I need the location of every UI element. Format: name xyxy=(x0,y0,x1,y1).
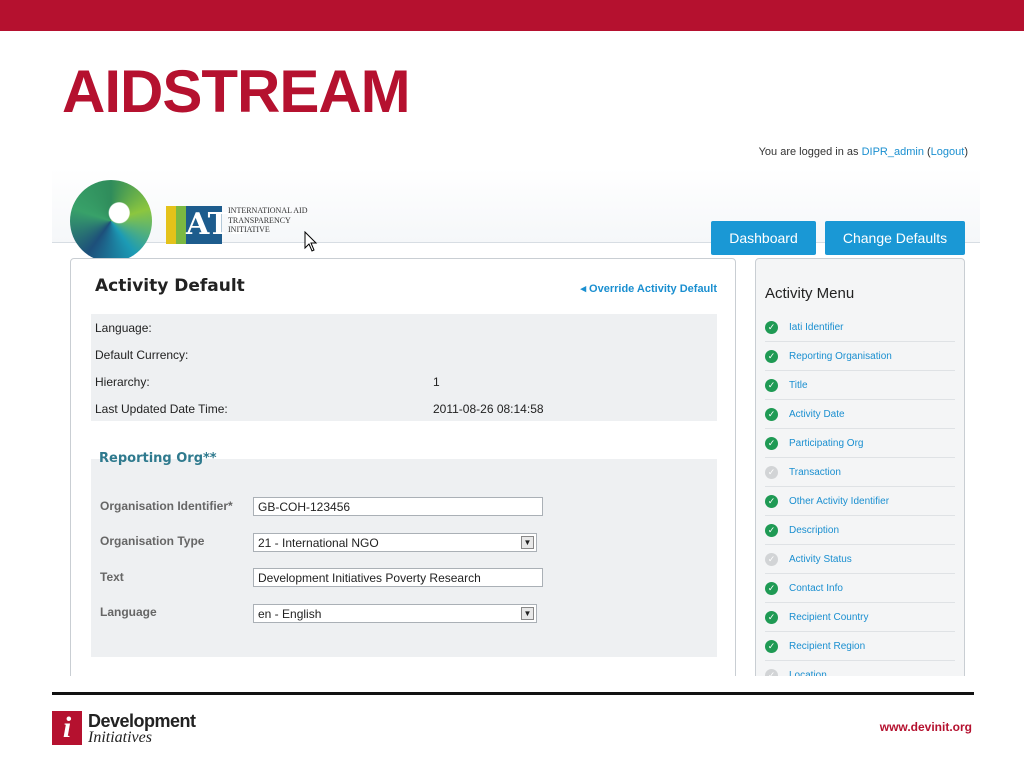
check-circle-icon: ✓ xyxy=(765,610,778,624)
check-circle-icon: ✓ xyxy=(765,639,778,653)
menu-item[interactable]: ✓ Contact Info xyxy=(765,574,955,603)
panel-title: Activity Default xyxy=(95,276,245,296)
org-type-label: Organisation Type xyxy=(100,534,205,548)
menu-item-label: Recipient Country xyxy=(789,611,869,623)
info-label-language: Language: xyxy=(95,321,152,335)
language-label: Language xyxy=(100,605,157,619)
language-select[interactable]: en - English ▼ xyxy=(253,604,537,623)
check-circle-icon: ✓ xyxy=(765,407,778,421)
menu-item[interactable]: ✓ Iati Identifier xyxy=(765,313,955,342)
footer-url: www.devinit.org xyxy=(879,720,972,734)
menu-item[interactable]: ✓ Activity Status xyxy=(765,545,955,574)
menu-item[interactable]: ✓ Reporting Organisation xyxy=(765,342,955,371)
footer-logo-line2: Initiatives xyxy=(88,729,152,746)
iati-logo-mark: ATI xyxy=(186,206,244,244)
menu-item-label: Contact Info xyxy=(789,582,843,594)
info-label-hierarchy: Hierarchy: xyxy=(95,375,150,389)
dropdown-arrow-icon[interactable]: ▼ xyxy=(521,536,534,549)
change-defaults-button[interactable]: Change Defaults xyxy=(825,221,965,255)
menu-item[interactable]: ✓ Transaction xyxy=(765,458,955,487)
dropdown-arrow-icon[interactable]: ▼ xyxy=(521,607,534,620)
iati-logo[interactable]: ATI xyxy=(166,206,244,244)
menu-item[interactable]: ✓ Activity Date xyxy=(765,400,955,429)
override-activity-default-link[interactable]: ◂ Override Activity Default xyxy=(580,282,717,295)
menu-item[interactable]: ✓ Recipient Region xyxy=(765,632,955,661)
iati-globe-icon xyxy=(70,180,152,262)
activity-menu-title: Activity Menu xyxy=(765,285,855,302)
menu-item[interactable]: ✓ Title xyxy=(765,371,955,400)
username-link[interactable]: DIPR_admin xyxy=(862,146,924,158)
mouse-cursor-icon xyxy=(304,231,318,252)
menu-item-label: Recipient Region xyxy=(789,640,866,652)
menu-item[interactable]: ✓ Description xyxy=(765,516,955,545)
menu-item-label: Other Activity Identifier xyxy=(789,495,890,507)
activity-menu: Activity Menu ✓ Iati Identifier ✓ Reporting… xyxy=(755,258,965,676)
check-circle-icon: ✓ xyxy=(765,320,778,334)
info-value-updated: 2011-08-26 08:14:58 xyxy=(433,402,544,416)
dashboard-button[interactable]: Dashboard xyxy=(711,221,816,255)
menu-item-label: Location xyxy=(789,669,827,677)
menu-item-label: Activity Status xyxy=(789,553,852,565)
menu-item[interactable]: ✓ Recipient Country xyxy=(765,603,955,632)
check-circle-icon: ✓ xyxy=(765,436,778,450)
check-circle-icon: ✓ xyxy=(765,668,778,676)
login-status: You are logged in as DIPR_admin (Logout) xyxy=(758,146,968,158)
logout-link[interactable]: Logout xyxy=(931,146,965,158)
menu-item-label: Title xyxy=(789,379,808,391)
org-identifier-input[interactable]: GB-COH-123456 xyxy=(253,497,543,516)
check-circle-icon: ✓ xyxy=(765,494,778,508)
check-circle-icon: ✓ xyxy=(765,552,778,566)
check-circle-icon: ✓ xyxy=(765,465,778,479)
check-circle-icon: ✓ xyxy=(765,523,778,537)
menu-item[interactable]: ✓ Participating Org xyxy=(765,429,955,458)
menu-item-label: Reporting Organisation xyxy=(789,350,892,362)
activity-menu-list: ✓ Iati Identifier ✓ Reporting Organisation ✓… xyxy=(765,313,955,676)
iati-logo-text: INTERNATIONAL AID TRANSPARENCY INITIATIV… xyxy=(228,206,308,234)
slide-top-bar xyxy=(0,0,1024,31)
org-type-select[interactable]: 21 - International NGO ▼ xyxy=(253,533,537,552)
reporting-org-title: Reporting Org** xyxy=(99,451,217,466)
reporting-org-form: Organisation Identifier* GB-COH-123456 O… xyxy=(91,459,717,657)
footer-divider xyxy=(52,692,974,695)
menu-item-label: Description xyxy=(789,524,840,536)
menu-item-label: Iati Identifier xyxy=(789,321,844,333)
menu-item-label: Transaction xyxy=(789,466,841,478)
menu-item-label: Activity Date xyxy=(789,408,845,420)
org-identifier-label: Organisation Identifier* xyxy=(100,499,233,513)
activity-info-box: Language: Default Currency: Hierarchy: 1… xyxy=(91,314,717,421)
info-label-updated: Last Updated Date Time: xyxy=(95,402,228,416)
menu-item-label: Participating Org xyxy=(789,437,864,449)
slide-title: AIDSTREAM xyxy=(62,58,411,125)
info-label-currency: Default Currency: xyxy=(95,348,189,362)
activity-default-panel: Activity Default ◂ Override Activity Def… xyxy=(70,258,736,676)
caret-left-icon: ◂ xyxy=(580,283,590,295)
development-initiatives-logo-icon: i xyxy=(52,711,82,745)
app-header: ATI INTERNATIONAL AID TRANSPARENCY INITI… xyxy=(52,168,980,262)
check-circle-icon: ✓ xyxy=(765,378,778,392)
app-screenshot: You are logged in as DIPR_admin (Logout)… xyxy=(52,138,980,676)
check-circle-icon: ✓ xyxy=(765,581,778,595)
menu-item[interactable]: ✓ Other Activity Identifier xyxy=(765,487,955,516)
info-value-hierarchy: 1 xyxy=(433,375,440,389)
org-text-input[interactable]: Development Initiatives Poverty Research xyxy=(253,568,543,587)
menu-item[interactable]: ✓ Location xyxy=(765,661,955,676)
check-circle-icon: ✓ xyxy=(765,349,778,363)
text-label: Text xyxy=(100,570,124,584)
